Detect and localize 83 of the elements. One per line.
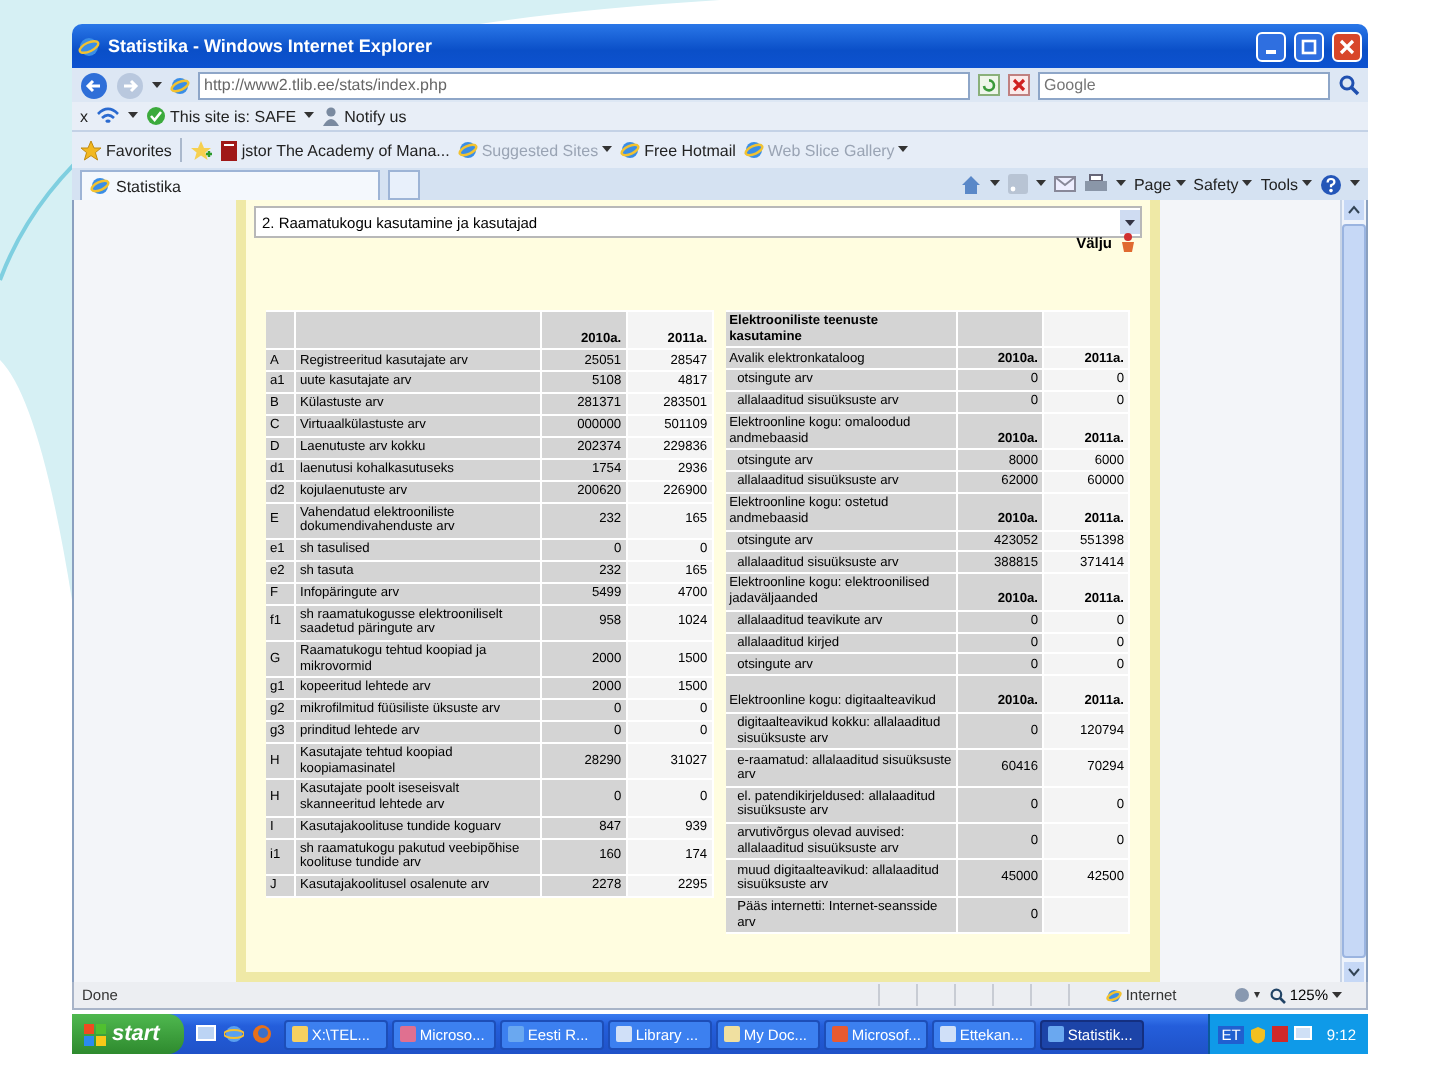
caret-icon [1115, 180, 1126, 188]
window-icon [291, 1026, 308, 1042]
feeds-button[interactable] [1007, 174, 1028, 194]
refresh-button[interactable] [978, 74, 1000, 96]
stop-button[interactable] [1008, 74, 1030, 96]
windows-flag-icon [84, 1023, 106, 1045]
desktop-icon[interactable] [195, 1024, 216, 1044]
globe-icon [78, 35, 100, 57]
scroll-up-icon [1344, 200, 1364, 220]
close-icon [1338, 37, 1356, 55]
close-button[interactable] [1332, 31, 1362, 61]
person-icon [322, 106, 341, 126]
address-field[interactable]: http://www2.tlib.ee/stats/index.php [198, 71, 970, 99]
window-title: Statistika - Windows Internet Explorer [108, 36, 434, 56]
mail-button[interactable] [1053, 176, 1076, 192]
caret-icon [128, 112, 138, 120]
add-favorite-icon [189, 139, 212, 161]
notify-button[interactable]: Notify us [322, 106, 407, 126]
refresh-icon [978, 74, 1000, 96]
check-shield-icon [146, 106, 166, 126]
maximize-icon [1300, 37, 1318, 55]
scrollbar[interactable] [1340, 200, 1366, 982]
toolbar-close-button[interactable]: x [80, 107, 88, 125]
back-button[interactable] [80, 71, 108, 99]
window-icon [615, 1026, 632, 1042]
command-menu[interactable]: Safety [1193, 175, 1253, 193]
caret-icon [1035, 180, 1046, 188]
minimize-icon [1266, 49, 1276, 53]
caret-icon [989, 180, 1000, 188]
favorites-link[interactable]: jstor The Academy of Mana... [219, 139, 450, 161]
signal-icon [96, 106, 120, 126]
alert-icon[interactable] [1272, 1026, 1289, 1042]
home-icon [959, 173, 982, 195]
window-icon [939, 1026, 956, 1042]
browser-tab[interactable]: Statistika [80, 170, 380, 200]
shield-icon[interactable] [1250, 1025, 1267, 1043]
maximize-button[interactable] [1294, 31, 1324, 61]
window-icon [1047, 1026, 1064, 1042]
minimize-button[interactable] [1256, 31, 1286, 61]
stop-icon [1008, 74, 1030, 96]
star-icon [80, 139, 102, 161]
caret-icon [1332, 991, 1342, 999]
search-button[interactable] [1338, 74, 1360, 96]
search-field[interactable]: Google [1038, 71, 1330, 99]
feed-icon [1007, 174, 1028, 194]
caret-icon [602, 146, 613, 154]
caret-icon [898, 146, 909, 154]
mail-icon [1053, 176, 1076, 192]
printer-icon [1083, 174, 1108, 194]
site-status-button[interactable]: This site is: SAFE [146, 106, 297, 126]
command-menu[interactable]: Page [1133, 175, 1186, 193]
new-tab-button[interactable] [388, 170, 420, 200]
window-icon [507, 1026, 524, 1042]
favorites-link[interactable]: Free Hotmail [620, 140, 736, 160]
home-button[interactable] [959, 173, 982, 195]
caret-icon [1302, 180, 1312, 188]
window-icon [399, 1026, 416, 1042]
book-icon [219, 139, 238, 161]
globe-icon [743, 140, 764, 160]
exit-figure-icon [1118, 231, 1138, 253]
globe-icon [170, 75, 190, 95]
browser-icon[interactable] [223, 1024, 244, 1044]
caret-icon [1175, 180, 1186, 188]
caret-icon [152, 81, 162, 89]
globe-icon [1105, 987, 1122, 1003]
favorites-button[interactable]: Favorites [80, 139, 172, 161]
caret-icon [1350, 180, 1360, 188]
search-icon [1338, 74, 1360, 96]
caret-icon [1242, 180, 1253, 188]
window-icon [723, 1026, 740, 1042]
scroll-down-icon [1344, 962, 1364, 982]
globe-icon [457, 140, 478, 160]
help-button[interactable] [1320, 173, 1342, 195]
magnifier-icon [1269, 987, 1286, 1003]
globe-icon [90, 176, 110, 196]
caret-icon [304, 112, 315, 120]
command-menu[interactable]: Tools [1260, 175, 1312, 193]
network-icon[interactable] [1294, 1026, 1313, 1042]
globe-icon [620, 140, 641, 160]
help-circle-icon [1320, 173, 1342, 195]
fox-globe-icon[interactable] [251, 1024, 272, 1044]
print-button[interactable] [1083, 174, 1108, 194]
window-icon [831, 1026, 848, 1042]
